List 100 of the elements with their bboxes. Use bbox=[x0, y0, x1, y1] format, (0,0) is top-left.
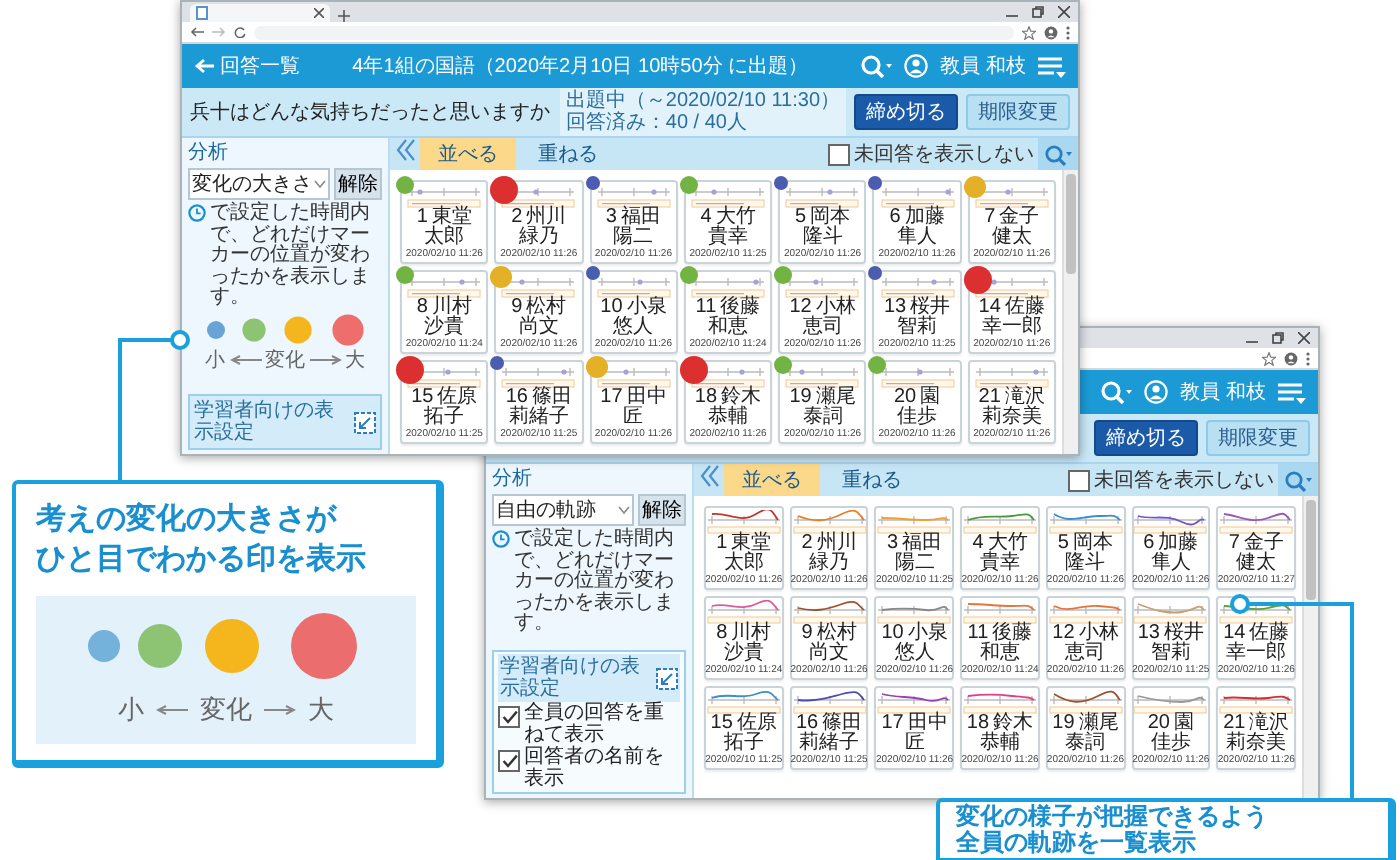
user-icon bbox=[904, 54, 929, 78]
reload-icon[interactable] bbox=[234, 26, 246, 38]
user-name: 教員 和枝 bbox=[1180, 379, 1266, 406]
checkbox[interactable] bbox=[828, 144, 850, 166]
student-given-name: 緑乃 bbox=[809, 554, 850, 574]
student-number: 16 bbox=[505, 388, 528, 408]
account-icon[interactable] bbox=[1284, 351, 1298, 365]
settings-title: 学習者向けの表示設定 bbox=[194, 400, 336, 444]
student-surname: 瀬尾 bbox=[1078, 714, 1119, 734]
student-given-name: 匠 bbox=[904, 734, 925, 754]
chevron-down-icon bbox=[314, 180, 326, 188]
question-text: 兵十はどんな気持ちだったと思いますか bbox=[190, 99, 552, 126]
answer-preview-drawing bbox=[782, 184, 863, 208]
search-button[interactable] bbox=[1038, 138, 1078, 170]
legend-small-label: 小 bbox=[118, 692, 144, 728]
student-number: 3 bbox=[887, 534, 899, 554]
clear-button[interactable]: 解除 bbox=[638, 494, 686, 526]
student-surname: 加藤 bbox=[904, 208, 945, 228]
checkbox[interactable] bbox=[1068, 470, 1090, 492]
student-number: 17 bbox=[600, 388, 623, 408]
answer-preview-drawing bbox=[877, 364, 958, 388]
answered-count: 回答済み：40 / 40人 bbox=[565, 112, 749, 134]
search-button[interactable] bbox=[1278, 464, 1318, 496]
analysis-select[interactable]: 変化の大きさ bbox=[188, 168, 330, 200]
student-number: 3 bbox=[605, 208, 617, 228]
view-tab[interactable]: 並べる bbox=[420, 138, 516, 170]
expand-icon[interactable] bbox=[354, 411, 376, 433]
close-icon[interactable] bbox=[1298, 332, 1310, 344]
legend-label: 変化 bbox=[265, 349, 305, 371]
student-given-name: 太郎 bbox=[723, 554, 764, 574]
chevron-down-icon bbox=[618, 506, 630, 514]
analysis-select[interactable]: 自由の軌跡 bbox=[492, 494, 634, 526]
student-number: 2 bbox=[511, 208, 523, 228]
address-field[interactable] bbox=[254, 25, 1014, 39]
restore-icon[interactable] bbox=[1272, 332, 1284, 344]
close-submissions-button[interactable]: 締め切る bbox=[1094, 420, 1198, 456]
student-number: 20 bbox=[1147, 714, 1170, 734]
checkbox[interactable] bbox=[498, 706, 520, 728]
search-icon bbox=[1284, 469, 1312, 491]
search-icon bbox=[1044, 143, 1072, 165]
student-surname: 滝沢 bbox=[1249, 714, 1290, 734]
settings-header[interactable]: 学習者向けの表示設定 bbox=[188, 394, 382, 450]
student-given-name: 隼人 bbox=[1150, 554, 1191, 574]
answer-preview-drawing bbox=[687, 274, 768, 298]
student-given-name: 隆斗 bbox=[1065, 554, 1106, 574]
close-submissions-button[interactable]: 締め切る bbox=[854, 94, 958, 130]
search-icon[interactable] bbox=[1100, 380, 1133, 404]
view-tab[interactable]: 並べる bbox=[724, 464, 820, 496]
student-surname: 福田 bbox=[902, 534, 943, 554]
search-icon[interactable] bbox=[860, 54, 893, 78]
student-number: 16 bbox=[796, 714, 819, 734]
view-tab[interactable]: 重ねる bbox=[824, 464, 920, 496]
number-line-drawing bbox=[707, 695, 781, 714]
student-number: 4 bbox=[972, 534, 984, 554]
student-surname: 小泉 bbox=[626, 298, 667, 318]
student-number: 2 bbox=[801, 534, 813, 554]
settings-title: 学習者向けの表示設定 bbox=[500, 656, 642, 700]
student-surname: 松村 bbox=[816, 624, 857, 644]
number-line-drawing bbox=[877, 695, 952, 714]
student-given-name: 恵司 bbox=[802, 318, 843, 338]
restore-icon[interactable] bbox=[1032, 6, 1044, 18]
checkbox[interactable] bbox=[498, 750, 520, 772]
student-surname: 桜井 bbox=[910, 298, 951, 318]
student-number: 9 bbox=[511, 298, 523, 318]
star-icon[interactable] bbox=[1022, 25, 1036, 39]
change-deadline-button[interactable]: 期限変更 bbox=[966, 94, 1070, 130]
legend-large-label: 大 bbox=[308, 692, 334, 728]
student-surname: 瀬尾 bbox=[815, 388, 856, 408]
scrollbar[interactable] bbox=[1302, 496, 1318, 798]
deadline-text: 出題中（～2020/02/10 11:30） bbox=[565, 90, 840, 112]
change-deadline-button[interactable]: 期限変更 bbox=[1206, 420, 1310, 456]
account-icon[interactable] bbox=[1044, 25, 1058, 39]
student-given-name: 莉奈美 bbox=[981, 408, 1042, 428]
menu-icon[interactable] bbox=[1278, 381, 1306, 403]
collapse-icon[interactable] bbox=[700, 464, 720, 488]
scrollbar[interactable] bbox=[1062, 170, 1078, 454]
collapse-icon[interactable] bbox=[396, 138, 416, 162]
clear-button[interactable]: 解除 bbox=[334, 168, 382, 200]
student-given-name: 陽二 bbox=[894, 554, 935, 574]
view-tab[interactable]: 重ねる bbox=[520, 138, 616, 170]
check-icon bbox=[501, 754, 517, 768]
close-icon[interactable] bbox=[314, 8, 324, 18]
student-number: 13 bbox=[1137, 624, 1160, 644]
answer-preview-drawing bbox=[404, 364, 485, 388]
number-line-drawing bbox=[1048, 515, 1123, 534]
student-given-name: 幸一郎 bbox=[1226, 644, 1287, 664]
student-number: 14 bbox=[1223, 624, 1246, 644]
menu-icon[interactable] bbox=[1038, 55, 1066, 77]
close-icon[interactable] bbox=[1058, 6, 1070, 18]
browser-tab[interactable] bbox=[190, 4, 330, 22]
new-tab-icon[interactable] bbox=[338, 10, 350, 22]
student-given-name: 悠人 bbox=[613, 318, 654, 338]
student-given-name: 佳歩 bbox=[1150, 734, 1191, 754]
answer-preview-drawing bbox=[782, 364, 863, 388]
back-icon[interactable] bbox=[190, 26, 204, 38]
expand-icon[interactable] bbox=[656, 667, 678, 689]
checkbox-label: 回答者の名前を表示 bbox=[524, 748, 666, 790]
star-icon[interactable] bbox=[1262, 351, 1276, 365]
student-number: 12 bbox=[789, 298, 812, 318]
student-given-name: 隆斗 bbox=[802, 228, 843, 248]
